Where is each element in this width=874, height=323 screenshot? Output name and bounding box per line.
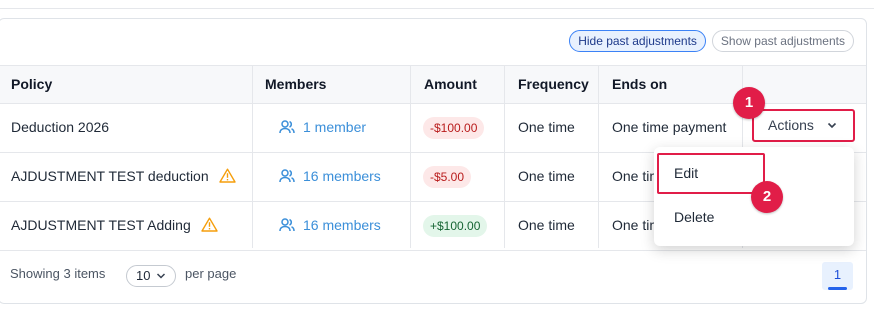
top-divider [0, 0, 874, 9]
column-header-members: Members [265, 76, 327, 92]
policy-name-text: AJDUSTMENT TEST deduction [11, 168, 209, 184]
show-past-adjustments-button[interactable]: Show past adjustments [711, 30, 854, 52]
active-page-indicator [828, 287, 847, 290]
members-count: 1 member [303, 119, 367, 135]
warning-icon [218, 168, 236, 183]
step-marker-1: 1 [733, 87, 765, 119]
column-header-amount: Amount [424, 76, 477, 92]
members-count: 16 members [303, 217, 381, 233]
column-header-policy: Policy [11, 76, 53, 92]
members-count: 16 members [303, 168, 381, 184]
actions-label: Actions [768, 117, 814, 133]
per-page-label: per page [185, 266, 237, 281]
per-page-value: 10 [136, 268, 151, 283]
column-header-frequency: Frequency [518, 76, 589, 92]
page-1-button[interactable]: 1 [822, 262, 853, 290]
frequency: One time [518, 168, 575, 184]
step-marker-2: 2 [751, 181, 783, 213]
chevron-down-icon [156, 273, 166, 279]
per-page-select[interactable]: 10 [126, 265, 176, 287]
members-link[interactable]: 16 members [279, 201, 381, 250]
column-header-ends-on: Ends on [612, 76, 668, 92]
page-number: 1 [833, 267, 842, 282]
members-link[interactable]: 16 members [279, 152, 381, 201]
frequency: One time [518, 217, 575, 233]
actions-button[interactable]: Actions [752, 109, 855, 142]
users-icon [279, 169, 295, 182]
users-icon [279, 218, 295, 231]
policy-name-text: AJDUSTMENT TEST Adding [11, 217, 191, 233]
policy-name: AJDUSTMENT TEST deduction [11, 152, 236, 201]
amount-badge: -$5.00 [423, 166, 472, 188]
frequency: One time [518, 119, 575, 135]
chevron-down-icon [827, 122, 837, 129]
showing-items-text: Showing 3 items [10, 266, 106, 281]
policy-name: AJDUSTMENT TEST Adding [11, 201, 218, 250]
past-adjustments-toggle: Hide past adjustments Show past adjustme… [569, 30, 854, 52]
users-icon [279, 120, 295, 133]
hide-past-adjustments-button[interactable]: Hide past adjustments [569, 30, 706, 52]
warning-icon [200, 217, 218, 232]
ends-on: One time payment [612, 119, 727, 135]
edit-menu-item[interactable]: Edit [657, 153, 765, 194]
policy-name: Deduction 2026 [11, 119, 110, 135]
amount-badge: +$100.00 [423, 215, 488, 237]
members-link[interactable]: 1 member [279, 103, 366, 152]
amount-badge: -$100.00 [423, 117, 485, 139]
